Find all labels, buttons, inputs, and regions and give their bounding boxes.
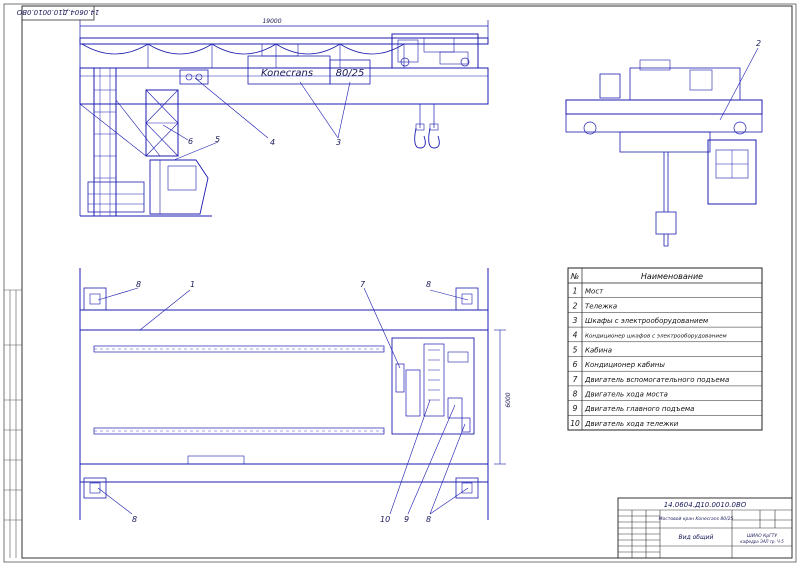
binding-strip bbox=[4, 289, 22, 558]
legend-row-name: Двигатель главного подъема bbox=[584, 405, 694, 413]
callout-3: 3 bbox=[336, 138, 341, 147]
span-dimension: 19000 bbox=[262, 18, 281, 25]
legend-rows: 1 Мост 2 Тележка 3 Шкафы с электрооборудовани… bbox=[570, 287, 729, 428]
legend-row-num: 5 bbox=[573, 345, 578, 354]
callout-6: 6 bbox=[188, 137, 193, 146]
legend-row-name: Мост bbox=[585, 288, 604, 296]
legend-row-name: Кондиционер шкафов с электрооборудование… bbox=[585, 334, 728, 340]
legend-row-name: Тележка bbox=[585, 302, 617, 310]
legend-row-name: Кабина bbox=[585, 346, 612, 354]
top-stamp-text: 14.0604.Д10.0010.0ВО bbox=[16, 8, 99, 16]
title-stamp-number: 14.0604.Д10.0010.0ВО bbox=[664, 501, 747, 509]
legend-header-name: Наименование bbox=[641, 272, 703, 281]
legend-row-name: Шкафы с электрооборудованием bbox=[585, 317, 709, 325]
callout-2: 2 bbox=[756, 39, 761, 48]
callout-1: 1 bbox=[190, 280, 195, 289]
side-view bbox=[79, 20, 489, 217]
callout-8-bottom-right: 8 bbox=[426, 515, 431, 524]
legend-header-num: № bbox=[570, 272, 579, 281]
callout-9: 9 bbox=[404, 515, 409, 524]
legend-row-name: Двигатель вспомогательного подъема bbox=[584, 376, 729, 384]
end-view bbox=[565, 47, 763, 247]
callout-4: 4 bbox=[270, 138, 275, 147]
brand-label: Konecrans bbox=[261, 68, 313, 79]
legend-row-name: Двигатель хода тележки bbox=[584, 420, 679, 428]
callout-7: 7 bbox=[360, 280, 366, 289]
callout-10: 10 bbox=[380, 515, 390, 524]
callout-8-bottom-left: 8 bbox=[132, 515, 137, 524]
width-dimension: 6000 bbox=[505, 392, 512, 407]
legend-row-num: 4 bbox=[573, 331, 578, 340]
callout-8-top-right: 8 bbox=[426, 280, 431, 289]
legend-row-num: 2 bbox=[573, 301, 578, 310]
legend-row-num: 7 bbox=[573, 375, 578, 384]
legend-row-name: Кондиционер кабины bbox=[585, 361, 665, 369]
title-name-line1: Мостовой кран Konecrans 80/25 bbox=[659, 516, 734, 522]
capacity-label: 80/25 bbox=[336, 68, 365, 79]
legend-row-num: 10 bbox=[570, 419, 580, 428]
legend-row-num: 1 bbox=[573, 287, 578, 296]
legend-row-num: 3 bbox=[573, 316, 578, 325]
callout-5: 5 bbox=[215, 135, 220, 144]
side-leaders bbox=[162, 77, 351, 161]
legend-row-name: Двигатель хода моста bbox=[584, 390, 668, 398]
top-stamp: 14.0604.Д10.0010.0ВО bbox=[16, 5, 99, 21]
title-name-line2: Вид общий bbox=[679, 534, 714, 541]
legend-row-num: 8 bbox=[573, 389, 578, 398]
drawing-sheet: 14.0604.Д10.0010.0ВО 19000 Konecrans 80/… bbox=[3, 3, 797, 563]
legend-row-num: 6 bbox=[573, 360, 578, 369]
callout-8-top-left: 8 bbox=[136, 280, 141, 289]
plan-leaders bbox=[97, 287, 469, 515]
org-line2: кафедра ЭАП гр. Ч-5 bbox=[740, 539, 784, 544]
legend-row-num: 9 bbox=[573, 404, 578, 413]
